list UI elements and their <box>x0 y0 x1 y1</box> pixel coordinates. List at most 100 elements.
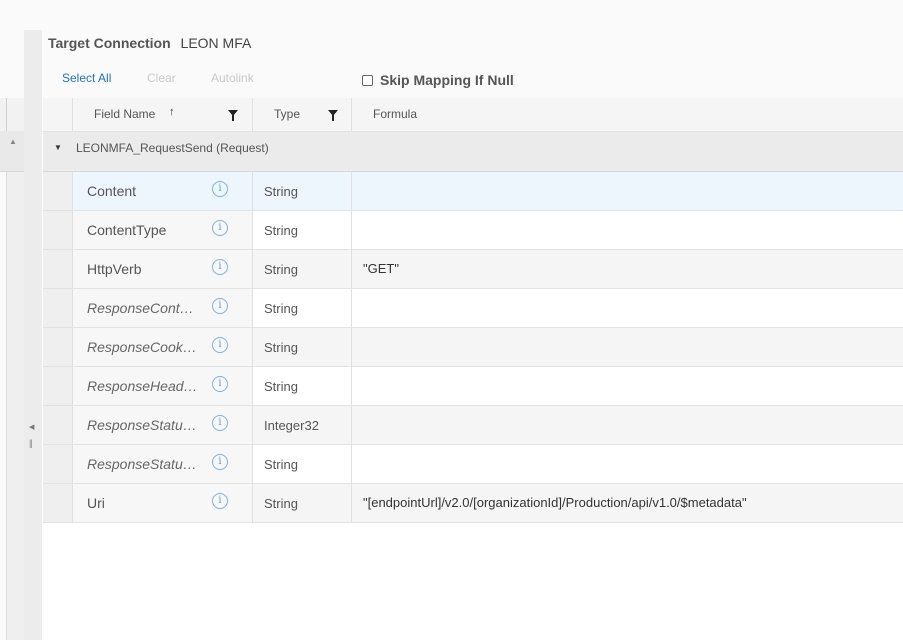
info-icon[interactable]: i <box>212 493 228 509</box>
splitter-grip-icon[interactable]: || <box>29 438 33 448</box>
row-gutter <box>43 250 73 288</box>
field-type: String <box>264 262 298 277</box>
formula-cell[interactable] <box>352 172 903 210</box>
header-gutter <box>43 98 73 131</box>
table-row[interactable]: ResponseContentType i String <box>43 289 903 328</box>
row-gutter <box>43 211 73 249</box>
table-row[interactable]: Uri i String "[endpointUrl]/v2.0/[organi… <box>43 484 903 523</box>
field-name-cell[interactable]: Content i <box>73 172 253 210</box>
table-row[interactable]: ResponseStatusText i String <box>43 445 903 484</box>
row-gutter <box>43 172 73 210</box>
row-gutter <box>43 484 73 522</box>
row-gutter <box>43 289 73 327</box>
filter-icon[interactable] <box>328 110 338 121</box>
type-cell: String <box>253 367 352 405</box>
target-connection-label: Target Connection <box>48 35 171 51</box>
formula-value: "GET" <box>363 261 399 276</box>
field-type: String <box>264 223 298 238</box>
formula-cell[interactable] <box>352 211 903 249</box>
clear-button[interactable]: Clear <box>147 71 176 85</box>
column-header-type[interactable]: Type <box>253 98 352 131</box>
row-gutter <box>43 328 73 366</box>
autolink-button[interactable]: Autolink <box>211 71 254 85</box>
formula-cell[interactable] <box>352 328 903 366</box>
field-name: ResponseStatusText <box>87 456 199 472</box>
field-name: HttpVerb <box>87 261 142 277</box>
table-row[interactable]: ResponseStatusCode i Integer32 <box>43 406 903 445</box>
type-cell: String <box>253 211 352 249</box>
field-name: ResponseContentType <box>87 300 199 316</box>
type-cell: String <box>253 445 352 483</box>
table-row[interactable]: ContentType i String <box>43 211 903 250</box>
page-title: Target Connection LEON MFA <box>48 35 251 51</box>
type-header-label: Type <box>274 107 301 121</box>
info-icon[interactable]: i <box>212 220 228 236</box>
type-cell: String <box>253 328 352 366</box>
field-type: String <box>264 457 298 472</box>
formula-cell[interactable]: "GET" <box>352 250 903 288</box>
field-name: ResponseHeaders <box>87 378 199 394</box>
left-panel-header <box>0 98 24 132</box>
field-name-cell[interactable]: ResponseHeaders i <box>73 367 253 405</box>
type-cell: Integer32 <box>253 406 352 444</box>
caret-up-icon[interactable]: ▲ <box>9 137 17 146</box>
info-icon[interactable]: i <box>212 259 228 275</box>
field-name-cell[interactable]: HttpVerb i <box>73 250 253 288</box>
table-row[interactable]: ResponseCookies i String <box>43 328 903 367</box>
field-name: ResponseCookies <box>87 339 199 355</box>
panel-splitter[interactable]: ◀ || <box>24 30 42 640</box>
column-header-field-name[interactable]: Field Name ↑ <box>73 98 253 131</box>
field-name: Uri <box>87 495 105 511</box>
info-icon[interactable]: i <box>212 337 228 353</box>
formula-cell[interactable] <box>352 445 903 483</box>
skip-mapping-label: Skip Mapping If Null <box>380 72 514 88</box>
field-type: String <box>264 379 298 394</box>
field-name: Content <box>87 183 137 199</box>
triangle-down-icon[interactable]: ▼ <box>54 143 62 152</box>
table-row[interactable]: Content i String <box>43 172 903 211</box>
type-cell: String <box>253 484 352 522</box>
field-type: String <box>264 340 298 355</box>
table-row[interactable]: ResponseHeaders i String <box>43 367 903 406</box>
row-gutter <box>43 367 73 405</box>
target-connection-value: LEON MFA <box>180 35 252 51</box>
table-row[interactable]: HttpVerb i String "GET" <box>43 250 903 289</box>
select-all-button[interactable]: Select All <box>62 71 111 85</box>
column-header-formula[interactable]: Formula <box>352 98 903 131</box>
field-name-cell[interactable]: ContentType i <box>73 211 253 249</box>
collapse-left-icon[interactable]: ◀ <box>29 423 34 431</box>
field-name-cell[interactable]: Uri i <box>73 484 253 522</box>
field-type: String <box>264 184 298 199</box>
type-cell: String <box>253 289 352 327</box>
row-gutter <box>43 445 73 483</box>
group-label: LEONMFA_RequestSend (Request) <box>76 141 269 155</box>
group-row[interactable]: ▼ LEONMFA_RequestSend (Request) <box>43 132 903 172</box>
filter-icon[interactable] <box>228 110 238 121</box>
field-type: Integer32 <box>264 418 319 433</box>
grid-header: Field Name ↑ Type Formula <box>43 98 903 132</box>
skip-mapping-toggle[interactable]: Skip Mapping If Null <box>362 72 514 88</box>
info-icon[interactable]: i <box>212 181 228 197</box>
info-icon[interactable]: i <box>212 454 228 470</box>
field-name-cell[interactable]: ResponseContentType i <box>73 289 253 327</box>
field-name-cell[interactable]: ResponseStatusCode i <box>73 406 253 444</box>
type-cell: String <box>253 172 352 210</box>
formula-value: "[endpointUrl]/v2.0/[organizationId]/Pro… <box>363 495 747 510</box>
field-name-cell[interactable]: ResponseStatusText i <box>73 445 253 483</box>
row-gutter <box>43 406 73 444</box>
info-icon[interactable]: i <box>212 376 228 392</box>
skip-mapping-checkbox[interactable] <box>362 74 373 86</box>
field-name-cell[interactable]: ResponseCookies i <box>73 328 253 366</box>
sort-ascending-icon[interactable]: ↑ <box>169 106 175 118</box>
left-panel-divider <box>6 98 7 131</box>
info-icon[interactable]: i <box>212 415 228 431</box>
formula-cell[interactable] <box>352 406 903 444</box>
formula-cell[interactable] <box>352 289 903 327</box>
info-icon[interactable]: i <box>212 298 228 314</box>
formula-cell[interactable]: "[endpointUrl]/v2.0/[organizationId]/Pro… <box>352 484 903 522</box>
field-type: String <box>264 496 298 511</box>
field-mapping-grid: Field Name ↑ Type Formula ▼ LEONMFA_Requ… <box>43 98 903 523</box>
field-name: ContentType <box>87 222 167 238</box>
formula-cell[interactable] <box>352 367 903 405</box>
field-type: String <box>264 301 298 316</box>
